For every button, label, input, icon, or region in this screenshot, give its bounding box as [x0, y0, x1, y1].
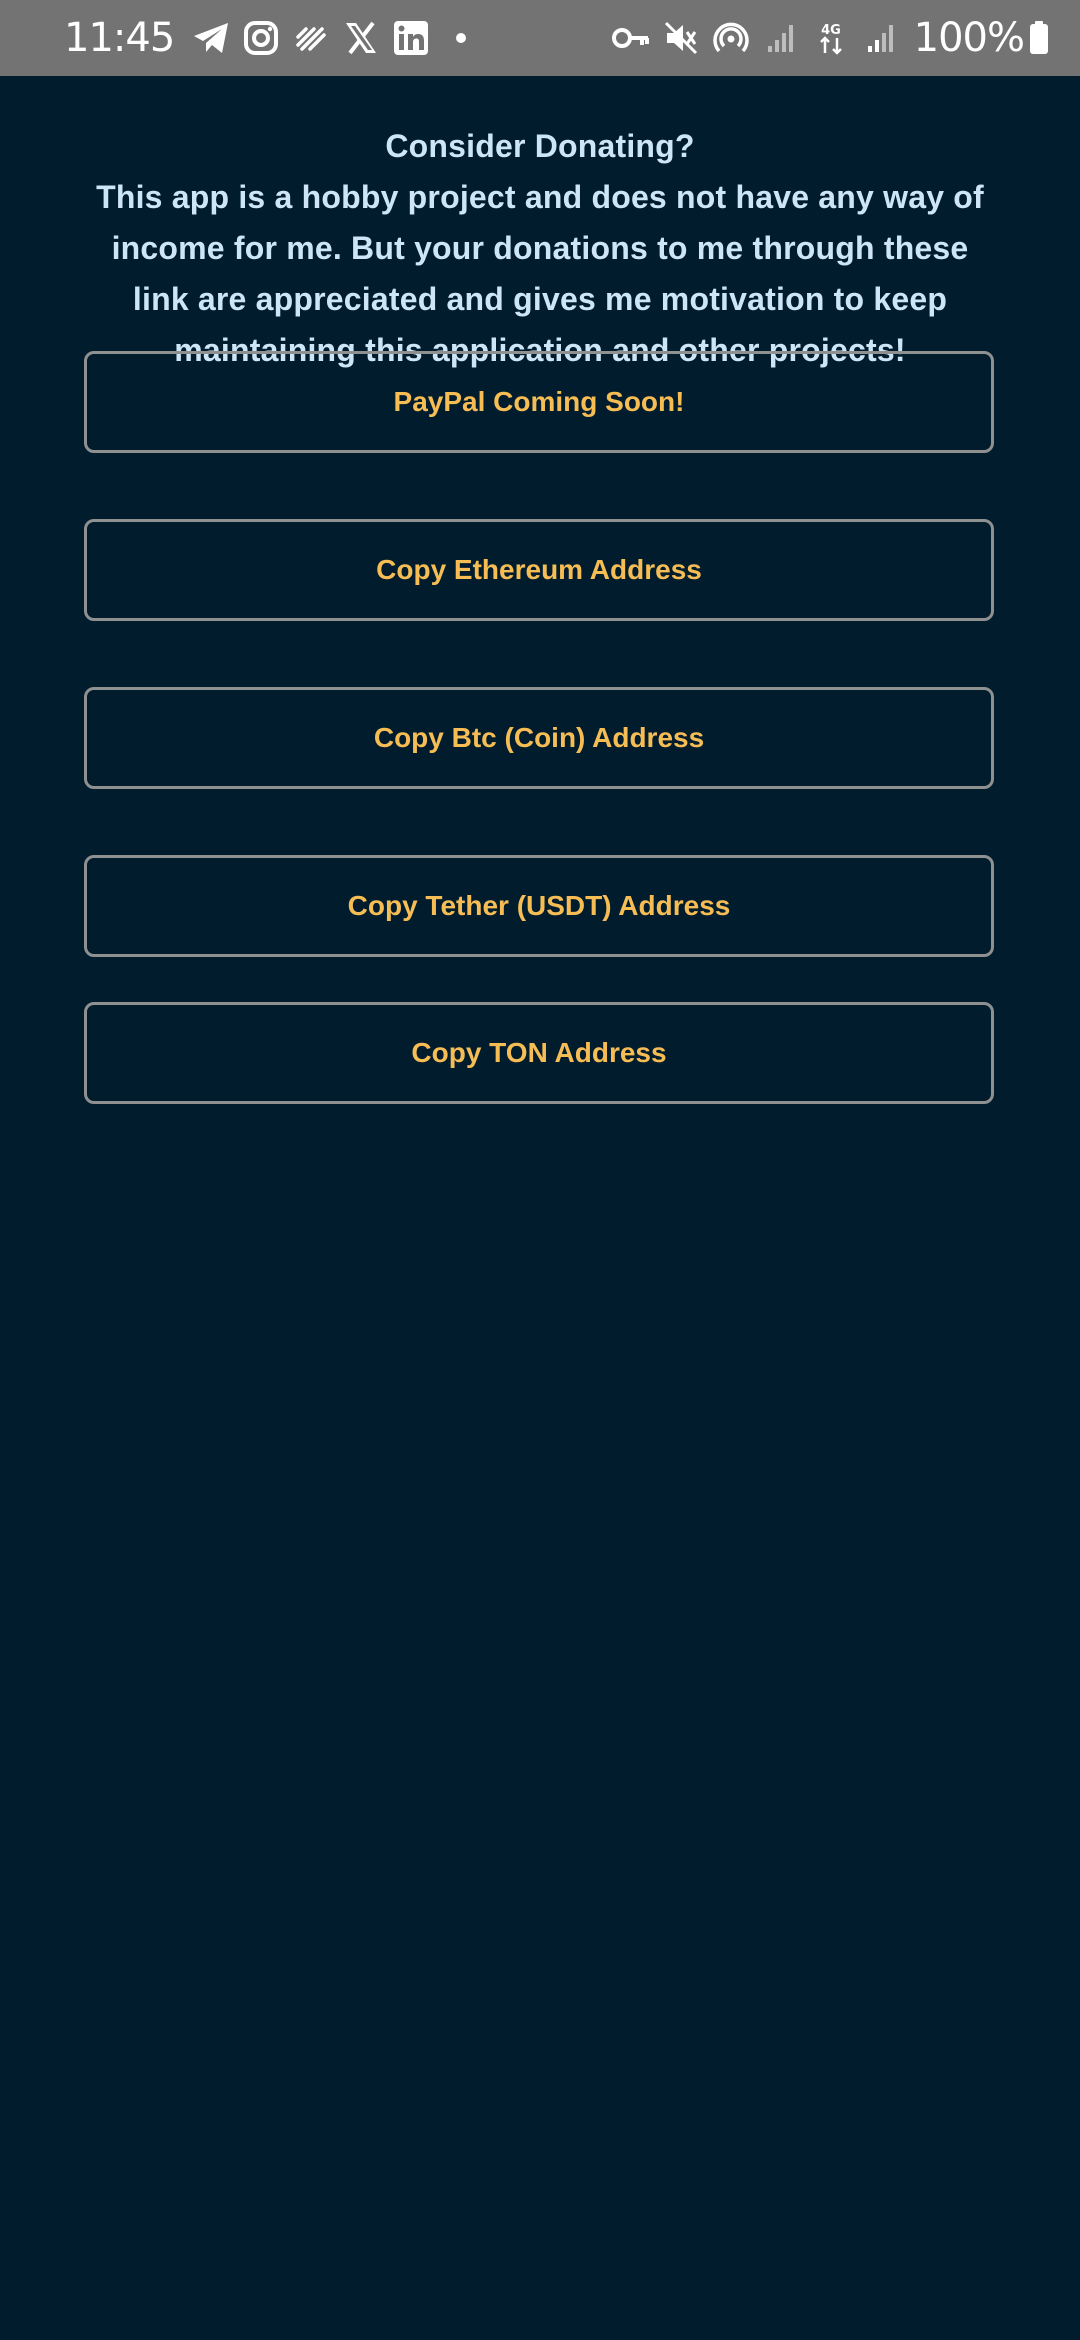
signal-icon: [859, 16, 903, 60]
x-icon: [339, 16, 383, 60]
donate-screen: Consider Donating? This app is a hobby p…: [0, 76, 1080, 376]
linkedin-icon: [389, 16, 433, 60]
donate-message-line: link are appreciated and gives me motiva…: [132, 281, 948, 317]
data-4g-icon: 4G: [809, 16, 853, 60]
donate-title: Consider Donating?: [385, 128, 695, 164]
status-bar: 11:45 4G 100%: [0, 0, 1080, 76]
copy-btc-address-button[interactable]: Copy Btc (Coin) Address: [84, 687, 994, 789]
signal-icon: [759, 16, 803, 60]
telegram-icon: [189, 16, 233, 60]
copy-ton-address-button[interactable]: Copy TON Address: [84, 1002, 994, 1104]
svg-text:4G: 4G: [821, 23, 841, 38]
donate-message-line: This app is a hobby project and does not…: [96, 179, 984, 215]
status-time: 11:45: [64, 15, 175, 61]
donate-message-line: income for me. But your donations to me …: [111, 230, 969, 266]
donate-message: Consider Donating? This app is a hobby p…: [0, 121, 1080, 376]
dot-icon: [439, 16, 483, 60]
copy-usdt-address-button[interactable]: Copy Tether (USDT) Address: [84, 855, 994, 957]
status-bar-right: 4G 100%: [606, 15, 1054, 61]
status-bar-left: 11:45: [64, 15, 486, 61]
battery-icon: [1027, 16, 1051, 60]
battery-percentage: 100%: [913, 15, 1025, 61]
hotspot-icon: [709, 16, 753, 60]
feed-icon: [289, 16, 333, 60]
vpn-key-icon: [609, 16, 653, 60]
copy-ethereum-address-button[interactable]: Copy Ethereum Address: [84, 519, 994, 621]
mute-icon: [659, 16, 703, 60]
paypal-button[interactable]: PayPal Coming Soon!: [84, 351, 994, 453]
instagram-icon: [239, 16, 283, 60]
